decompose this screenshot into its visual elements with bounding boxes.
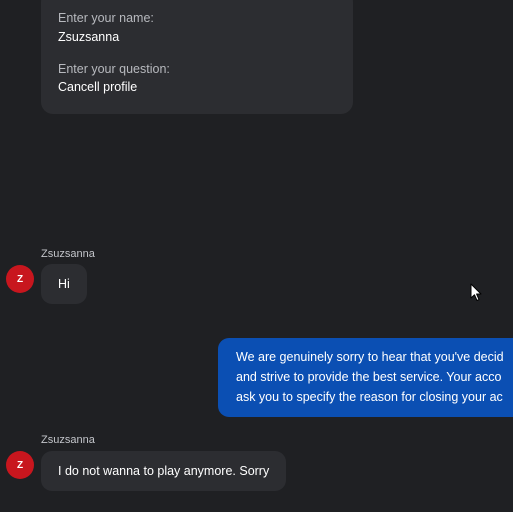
name-value: Zsuzsanna <box>58 30 120 44</box>
message-line: ask you to specify the reason for closin… <box>236 390 503 404</box>
prechat-form-card: Enter your name: Zsuzsanna Enter your qu… <box>41 0 353 114</box>
chat-window: Enter your name: Zsuzsanna Enter your qu… <box>0 0 513 512</box>
name-label: Enter your name: <box>58 11 154 25</box>
message-bubble-incoming: I do not wanna to play anymore. Sorry <box>41 451 287 491</box>
avatar-letter: Z <box>16 273 24 285</box>
mouse-pointer-icon <box>470 283 482 301</box>
message-line: and strive to provide the best service. … <box>236 370 502 384</box>
message-line: We are genuinely sorry to hear that you'… <box>236 350 504 364</box>
question-label: Enter your question: <box>58 62 170 76</box>
avatar-letter: Z <box>16 459 24 471</box>
avatar: Z <box>6 265 34 293</box>
message-bubble-outgoing: We are genuinely sorry to hear that you'… <box>218 338 513 417</box>
sender-name: Zsuzsanna <box>41 248 95 260</box>
sender-name: Zsuzsanna <box>41 434 95 446</box>
question-value: Cancell profile <box>58 80 138 94</box>
message-bubble-incoming: Hi <box>41 264 87 304</box>
avatar: Z <box>6 451 34 479</box>
